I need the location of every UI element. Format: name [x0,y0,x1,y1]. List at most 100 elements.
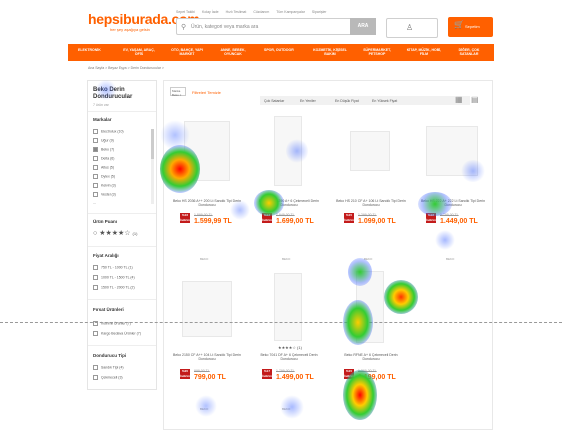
checkbox[interactable] [93,156,98,161]
checkbox[interactable] [93,147,98,152]
category-item[interactable]: SPOR, OUTDOOR [264,48,294,52]
product-name[interactable]: Beko HS 2036 A++ 200 Lt Sandık Tipi Deri… [172,199,242,207]
divider [88,246,156,247]
checkbox[interactable] [93,265,98,270]
product-image[interactable] [182,281,232,337]
active-filter-chip[interactable]: Marka Beko × [170,87,186,97]
brand-filter[interactable]: Uğur (9) [93,138,114,143]
chip-label: Marka Beko [172,89,181,97]
top-link[interactable]: Cüzdanım [253,10,269,14]
discount-badge: %15 İndirim [344,369,355,379]
top-link[interactable]: Siparişler [312,10,327,14]
sort-option[interactable]: En Yeniler [300,99,316,103]
product-image[interactable] [426,126,478,176]
product-name[interactable]: Beko RFNE 290 A+ 6 Çekmeceli Derin Dondu… [254,199,324,207]
brand-filter[interactable]: Electrolux (10) [93,129,124,134]
price-label: 1500 TL - 2000 TL (2) [101,285,135,290]
special-filter[interactable]: Kargo Bedava Ürünler (7) [93,331,141,336]
brand-filter[interactable]: Vestel (3) [93,192,116,197]
checkbox[interactable] [93,129,98,134]
product-name[interactable]: Beko 2150 CF A++ 104 Lt Sandık Tipi Deri… [172,353,242,361]
old-price: 1.399,00 TL [358,369,377,373]
brand-filter[interactable]: Altus (5) [93,165,114,170]
product-image[interactable] [184,121,230,181]
rating-stars: ★★★★☆ [99,230,131,237]
price-filter[interactable]: 1500 TL - 2000 TL (2) [93,285,135,290]
category-item[interactable]: KOZMETİK, KİŞİSEL BAKIM [310,48,350,56]
search-button[interactable]: ARA [350,18,376,35]
brand-more[interactable]: ... [93,201,96,205]
category-item[interactable]: ANNE, BEBEK, OYUNCAK [216,48,250,56]
type-filter[interactable]: Sandık Tipi (4) [93,365,124,370]
product-price: 1.099,00 TL [358,218,396,225]
brand-scrollbar[interactable] [151,129,154,204]
account-button[interactable]: ♙ [386,18,438,38]
old-price: 999,00 TL [194,369,210,373]
top-link[interactable]: Hızlı Teslimat [226,10,247,14]
sort-option[interactable]: En Düşük Fiyat [335,99,359,103]
product-image[interactable] [274,116,302,186]
price-label: 750 TL - 1000 TL (1) [101,265,133,270]
checkbox[interactable] [93,192,98,197]
checkbox[interactable] [93,365,98,370]
search-placeholder: Ürün, kategori veya marka ara [191,24,259,30]
top-link[interactable]: Kolay İade [202,10,219,14]
sort-option[interactable]: En Yüksek Fiyat [372,99,397,103]
list-view-icon[interactable]: ▤ [471,95,479,104]
brand-label: Altus (5) [101,165,115,170]
rating-title: Ürün Puanı [93,219,118,224]
category-item[interactable]: DİĞER, ÇOK SATANLAR [452,48,486,56]
product-name[interactable]: Beko HS 222 A+ 222 Lt Sandık Tipi Derin … [418,199,488,207]
product-name[interactable]: Beko 7041 DF A+ 6 Çekmeceli Derin Dondur… [254,353,324,361]
price-filter[interactable]: 750 TL - 1000 TL (1) [93,265,133,270]
brand-filter[interactable]: Kelvin (3) [93,183,116,188]
brand-filter[interactable]: Beko (7) [93,147,114,152]
scrollbar-thumb[interactable] [151,129,154,159]
cart-icon: 🛒 [454,20,464,29]
rating-count: (1) [132,231,138,236]
top-links: Sepet Takibi Kolay İade Hızlı Teslimat C… [176,10,326,14]
top-link[interactable]: Sepet Takibi [176,10,195,14]
rating-filter[interactable]: ○ ★★★★☆ (1) [93,229,137,237]
product-image[interactable] [274,273,302,341]
brand-label: Electrolux (10) [101,129,124,134]
category-item[interactable]: OTO, BAHÇE, YAPI MARKET [170,48,204,56]
product-name[interactable]: Beko RFNE A+ 6 Çekmeceli Derin Dondurucu [336,353,406,361]
sort-option[interactable]: Çok Satanlar [264,99,284,103]
product-image[interactable] [350,131,390,171]
type-label: Sandık Tipi (4) [101,365,124,370]
type-filter[interactable]: Çekmeceli (3) [93,375,123,380]
product-image[interactable] [356,271,384,343]
brand-caption: BEKO [200,257,209,261]
checkbox[interactable] [93,285,98,290]
checkbox[interactable] [93,375,98,380]
cart-button[interactable]: 🛒 Sepetim [448,17,493,37]
search-input[interactable]: ⚲ Ürün, kategori veya marka ara [176,18,376,35]
result-count: 7 ürün var [93,103,109,107]
clear-filters-link[interactable]: Filtreleri Temizle [192,90,221,95]
checkbox[interactable] [93,165,98,170]
top-link[interactable]: Tüm Kampanyalar [276,10,305,14]
product-price: 1.599,99 TL [194,218,232,225]
checkbox[interactable] [93,174,98,179]
divider [88,299,156,300]
divider [88,111,156,112]
category-item[interactable]: SÜPERMARKET, PETSHOP [360,48,394,56]
category-item[interactable]: ELEKTRONİK [78,48,101,52]
checkbox[interactable] [93,275,98,280]
brand-label: Dylex (5) [101,174,116,179]
grid-view-icon[interactable]: ▦ [455,95,463,104]
old-price: 1.899,00 TL [194,213,213,217]
checkbox[interactable] [93,331,98,336]
category-item[interactable]: KİTAP, MÜZİK, HOBİ, FİLM [406,48,442,56]
category-nav: ELEKTRONİK EV, YAŞAM, ARAÇ, OFİS OTO, BA… [68,44,494,61]
brand-filter[interactable]: Delta (6) [93,156,114,161]
category-item[interactable]: EV, YAŞAM, ARAÇ, OFİS [122,48,156,56]
checkbox[interactable] [93,183,98,188]
brand-filter[interactable]: Dylex (5) [93,174,115,179]
product-name[interactable]: Beko HS 210 CF A+ 106 Lt Sandık Tipi Der… [336,199,406,207]
user-icon: ♙ [406,23,414,32]
price-filter[interactable]: 1000 TL - 1500 TL (4) [93,275,135,280]
breadcrumb[interactable]: Ana Sayfa > Beyaz Eşya > Derin Dondurucu… [88,66,164,70]
checkbox[interactable] [93,138,98,143]
